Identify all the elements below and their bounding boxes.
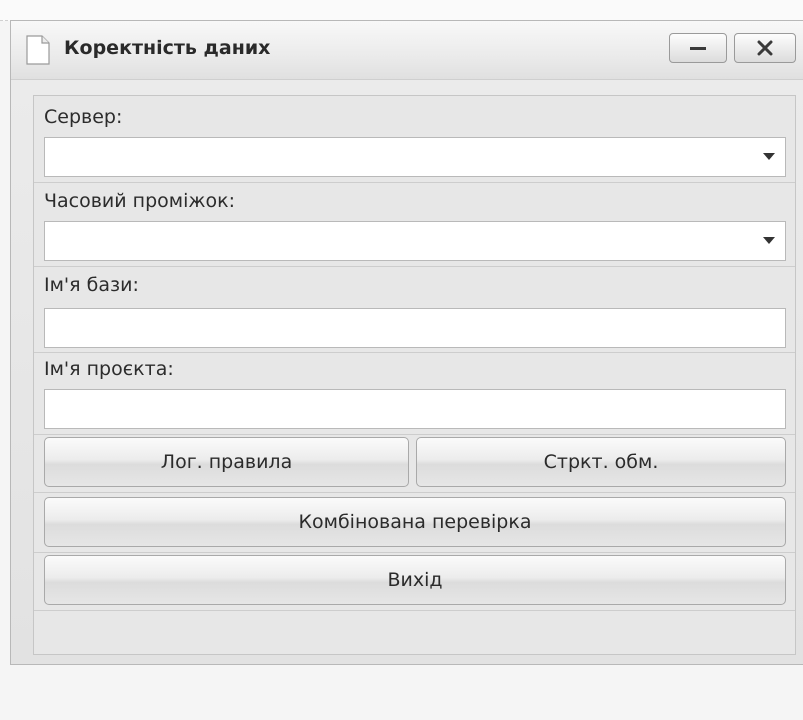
project-name-label: Ім'я проєкта: <box>44 358 174 380</box>
minimize-button[interactable] <box>669 33 727 63</box>
minimize-icon <box>690 47 706 50</box>
combined-check-button[interactable]: Комбінована перевірка <box>44 497 786 547</box>
close-button[interactable] <box>734 33 796 63</box>
server-combobox[interactable] <box>44 137 786 177</box>
title-bar[interactable]: Коректність даних <box>11 21 803 80</box>
dropdown-arrow-icon[interactable] <box>763 153 775 161</box>
row-separator <box>34 266 795 267</box>
log-rules-button[interactable]: Лог. правила <box>44 437 409 487</box>
project-name-input[interactable] <box>44 389 786 429</box>
time-range-combobox[interactable] <box>44 221 786 261</box>
form-panel: Сервер: Часовий проміжок: Ім'я бази: Ім'… <box>33 95 796 655</box>
row-separator <box>34 352 795 353</box>
dialog-window: Коректність даних Сервер: Часовий проміж… <box>10 20 803 665</box>
row-separator <box>34 492 795 493</box>
close-icon <box>757 40 773 56</box>
document-icon <box>26 35 50 65</box>
row-separator <box>34 182 795 183</box>
row-separator <box>34 552 795 553</box>
exit-button[interactable]: Вихід <box>44 555 786 605</box>
db-name-label: Ім'я бази: <box>44 274 139 296</box>
page: Коректність даних Сервер: Часовий проміж… <box>0 0 803 720</box>
row-separator <box>34 434 795 435</box>
struct-exchange-button[interactable]: Стркт. обм. <box>416 437 786 487</box>
db-name-input[interactable] <box>44 308 786 348</box>
dropdown-arrow-icon[interactable] <box>763 237 775 245</box>
top-strip <box>0 0 803 21</box>
time-range-label: Часовий проміжок: <box>44 190 236 212</box>
server-label: Сервер: <box>44 106 123 128</box>
window-title: Коректність даних <box>64 37 271 59</box>
row-separator <box>34 610 795 611</box>
